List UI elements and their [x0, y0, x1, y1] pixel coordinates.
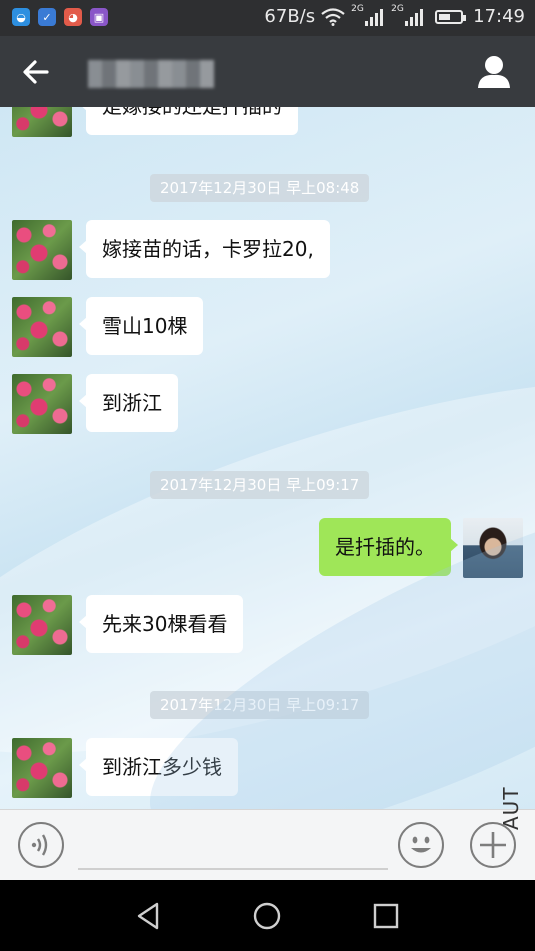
sim1-network-type: 2G [351, 3, 364, 14]
my-avatar[interactable] [463, 518, 523, 578]
arrow-left-icon [23, 60, 49, 84]
chat-title-bar [0, 36, 535, 107]
message-bubble[interactable]: 是嫁接的还是扦插的 [79, 107, 298, 135]
home-circle-icon [253, 902, 281, 930]
emoji-button[interactable] [398, 822, 444, 868]
back-triangle-icon [137, 902, 159, 930]
contact-avatar[interactable] [12, 374, 72, 434]
message-text: 到浙江 [102, 391, 162, 415]
shield-icon: ✓ [38, 8, 56, 26]
message-bubble-sent[interactable]: 是扦插的。 [319, 518, 458, 576]
signal-sim2-icon: 2G [391, 4, 424, 26]
status-bar: ◒ ✓ ◕ ▣ 67B/s 2G 2G 17:49 [0, 0, 535, 36]
wifi-icon [321, 7, 345, 26]
qq-browser-icon: ◒ [12, 8, 30, 26]
message-list[interactable]: 是嫁接的还是扦插的 2017年12月30日 早上08:48 嫁接苗的话，卡罗拉2… [0, 107, 535, 809]
smiley-icon [411, 836, 431, 853]
message-input[interactable] [78, 868, 388, 870]
system-nav-bar [0, 880, 535, 951]
message-text: 雪山10棵 [102, 314, 188, 338]
message-text: 嫁接苗的话，卡罗拉20, [102, 237, 314, 261]
input-bar: AUT [0, 786, 535, 880]
message-bubble[interactable]: 嫁接苗的话，卡罗拉20, [79, 220, 330, 278]
nav-home-button[interactable] [249, 898, 285, 934]
signal-sim1-icon: 2G [351, 4, 384, 26]
battery-level [439, 13, 451, 20]
timestamp: 2017年12月30日 早上09:17 [150, 691, 370, 719]
message-bubble[interactable]: 雪山10棵 [78, 297, 204, 355]
nav-back-button[interactable] [131, 898, 167, 934]
timestamp: 2017年12月30日 早上09:17 [150, 471, 370, 499]
timestamp: 2017年12月30日 早上08:48 [150, 174, 370, 202]
contact-avatar[interactable] [12, 107, 72, 137]
chat-info-button[interactable] [477, 54, 511, 90]
net-speed: 67B/s [264, 6, 316, 27]
voice-input-button[interactable] [18, 822, 64, 868]
contact-avatar[interactable] [12, 297, 72, 357]
message-text: 是扦插的。 [335, 535, 435, 559]
message-bubble[interactable]: 先来30棵看看 [78, 595, 244, 653]
voice-icon [31, 834, 48, 856]
plus-icon [480, 832, 506, 858]
battery-icon [435, 9, 467, 24]
message-text: 到浙江多少钱 [102, 755, 222, 779]
gallery-icon: ▣ [90, 8, 108, 26]
message-bubble[interactable]: 到浙江 [79, 374, 178, 432]
recents-square-icon [373, 903, 399, 929]
pet-icon: ◕ [64, 8, 82, 26]
message-text: 是嫁接的还是扦插的 [102, 107, 282, 118]
message-bubble[interactable]: 到浙江多少钱 [79, 738, 238, 796]
sim2-network-type: 2G [391, 3, 404, 14]
contact-name-blurred [88, 60, 214, 88]
message-text: 先来30棵看看 [102, 612, 228, 636]
clock: 17:49 [473, 6, 525, 27]
watermark: AUT [499, 786, 523, 830]
contact-avatar[interactable] [12, 738, 72, 798]
contact-avatar[interactable] [12, 595, 72, 655]
back-button[interactable] [18, 54, 54, 90]
notification-icons: ◒ ✓ ◕ ▣ [12, 8, 108, 26]
person-icon [478, 56, 510, 88]
nav-recents-button[interactable] [368, 898, 404, 934]
contact-avatar[interactable] [12, 220, 72, 280]
